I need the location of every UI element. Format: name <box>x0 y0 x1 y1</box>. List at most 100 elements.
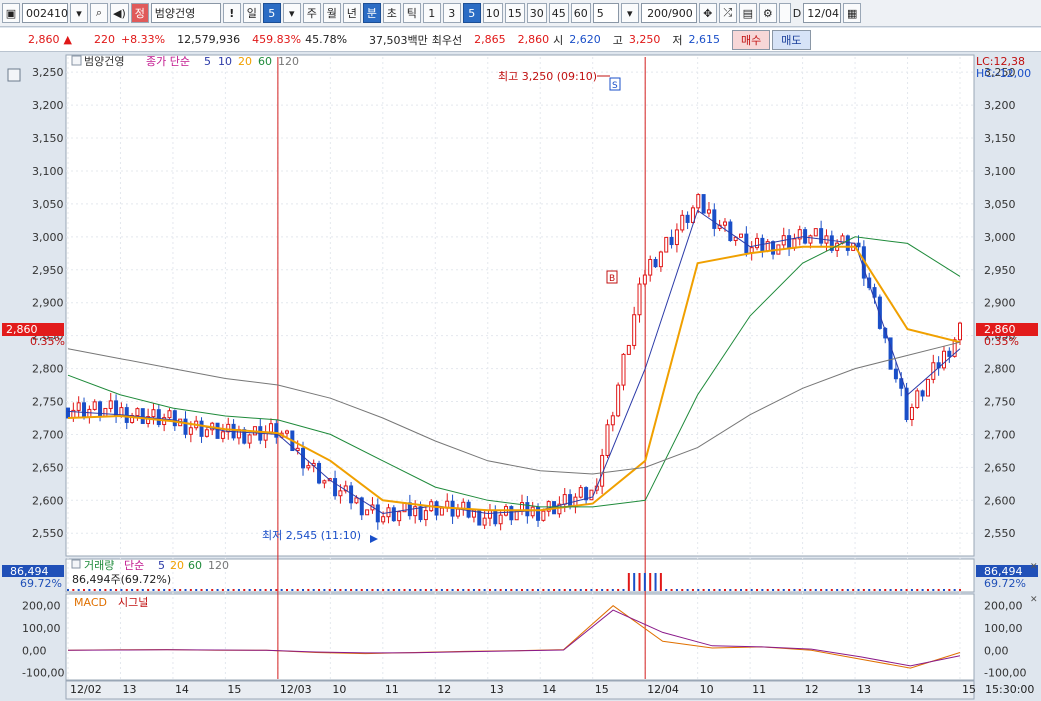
date-input[interactable]: 12/04 <box>803 3 842 23</box>
candle-body <box>541 510 546 521</box>
candle-body <box>947 350 952 357</box>
volume-bar <box>232 589 235 591</box>
volume-bar <box>499 589 502 591</box>
period-month[interactable]: 월 <box>322 3 341 23</box>
period-dropdown-icon[interactable]: ▾ <box>282 3 301 23</box>
volume-bar <box>424 589 427 591</box>
minute-10[interactable]: 10 <box>482 3 503 23</box>
candle-body <box>680 214 685 231</box>
volume-legend-toggle-icon[interactable] <box>71 559 81 569</box>
volume-bar <box>366 589 369 591</box>
stock-code-text: 002410 <box>26 6 68 20</box>
indicator-icon[interactable]: ⤮ <box>718 3 737 23</box>
name-badge: 정 <box>130 3 149 23</box>
candle-body <box>701 194 706 214</box>
volume-bar <box>665 589 668 591</box>
warning-button[interactable]: ! <box>222 3 241 23</box>
best-label: 최우선 <box>431 33 463 47</box>
period-minute[interactable]: 분 <box>362 3 381 23</box>
interval-text: 5 <box>596 6 604 20</box>
macd-close-icon[interactable]: ✕ <box>1030 595 1038 605</box>
candle-body <box>418 506 423 521</box>
volume-bar <box>83 589 86 591</box>
volume-bar <box>558 589 561 591</box>
d-checkbox[interactable] <box>778 3 791 23</box>
open-label: 시 <box>553 33 564 47</box>
panel-menu-icon[interactable] <box>7 68 21 82</box>
candle-body <box>642 274 647 285</box>
drawing-tools-icon[interactable]: ✥ <box>698 3 717 23</box>
period-day[interactable]: 일 <box>242 3 261 23</box>
period-second[interactable]: 초 <box>382 3 401 23</box>
period-year[interactable]: 년 <box>342 3 361 23</box>
volume-bar <box>574 589 577 591</box>
minute-5[interactable]: 5 <box>462 3 481 23</box>
volume-bar <box>659 573 662 591</box>
volume-bar <box>745 589 748 591</box>
volume-bar <box>521 589 524 591</box>
candle-body <box>188 427 193 435</box>
volume-bar <box>772 589 775 591</box>
minute-15[interactable]: 15 <box>504 3 525 23</box>
sell-button[interactable]: 매도 <box>772 29 811 50</box>
volume-bar <box>334 589 337 591</box>
volume-bar <box>868 589 871 591</box>
best-bid: 2,860 <box>517 33 550 46</box>
buy-button[interactable]: 매수 <box>732 29 771 50</box>
volume-bar <box>483 589 486 591</box>
volume-bar <box>414 589 417 591</box>
volume-bar <box>205 589 208 591</box>
candle-body <box>530 506 535 517</box>
volume-bar <box>371 589 374 591</box>
volume-close-icon[interactable]: ✕ <box>1030 562 1038 572</box>
y-tick-label: 3,050 <box>32 198 64 211</box>
minute-45[interactable]: 45 <box>548 3 569 23</box>
stock-code-input[interactable]: 002410 <box>22 3 68 23</box>
period-tick[interactable]: 틱 <box>402 3 421 23</box>
volume-bar <box>456 589 459 591</box>
search-icon[interactable]: ⌕ <box>90 3 108 23</box>
volume-bar <box>77 589 80 591</box>
gear-icon[interactable]: ⚙ <box>758 3 777 23</box>
svg-text:B: B <box>609 274 615 284</box>
calendar-icon[interactable]: ▦ <box>843 3 862 23</box>
candle-body <box>204 429 209 437</box>
volume-bar <box>360 589 363 591</box>
volume-bar <box>830 589 833 591</box>
candle-body <box>172 410 177 427</box>
candle-body <box>455 508 460 517</box>
volume-bar <box>836 589 839 591</box>
volume-bar <box>798 589 801 591</box>
macd-tick-label: 100,00 <box>984 622 1023 635</box>
code-dropdown-icon[interactable]: ▾ <box>70 3 88 23</box>
volume-bar <box>910 589 913 591</box>
period-week[interactable]: 주 <box>302 3 321 23</box>
volume-bar <box>718 589 721 591</box>
candle-body <box>317 462 322 484</box>
x-tick-label: 14 <box>910 683 924 696</box>
minute-1[interactable]: 1 <box>422 3 441 23</box>
menu-icon[interactable]: ▣ <box>2 3 20 23</box>
legend-toggle-icon[interactable] <box>71 55 82 66</box>
interval-input[interactable]: 5 <box>592 3 619 23</box>
interval-dropdown-icon[interactable]: ▾ <box>620 3 639 23</box>
minute-3[interactable]: 3 <box>442 3 461 23</box>
x-tick-label: 12/04 <box>647 683 679 696</box>
candle-body <box>167 410 172 419</box>
minute-60[interactable]: 60 <box>570 3 591 23</box>
d-label: D <box>792 6 802 20</box>
minute-30[interactable]: 30 <box>526 3 547 23</box>
volume-bar <box>948 589 951 591</box>
volume-bar <box>120 589 123 591</box>
sound-icon[interactable]: ◀) <box>110 3 129 23</box>
period-day-count[interactable]: 5 <box>262 3 281 23</box>
x-axis-bar <box>65 680 975 700</box>
count-field[interactable]: 200/900 <box>640 3 697 23</box>
save-icon[interactable]: ▤ <box>738 3 757 23</box>
candle-body <box>626 344 631 355</box>
toolbar: ▣ 002410 ▾ ⌕ ◀) 정 범양건영 ! 일 5 ▾ 주 월 년 분 초… <box>0 0 1041 27</box>
volume-bar <box>99 589 102 591</box>
price-chart[interactable]: 3,250 3,2503,200 3,2003,150 3,1503,100 3,100… <box>0 53 1041 701</box>
stock-name-field[interactable]: 범양건영 <box>150 3 221 23</box>
candle-body <box>637 283 642 316</box>
